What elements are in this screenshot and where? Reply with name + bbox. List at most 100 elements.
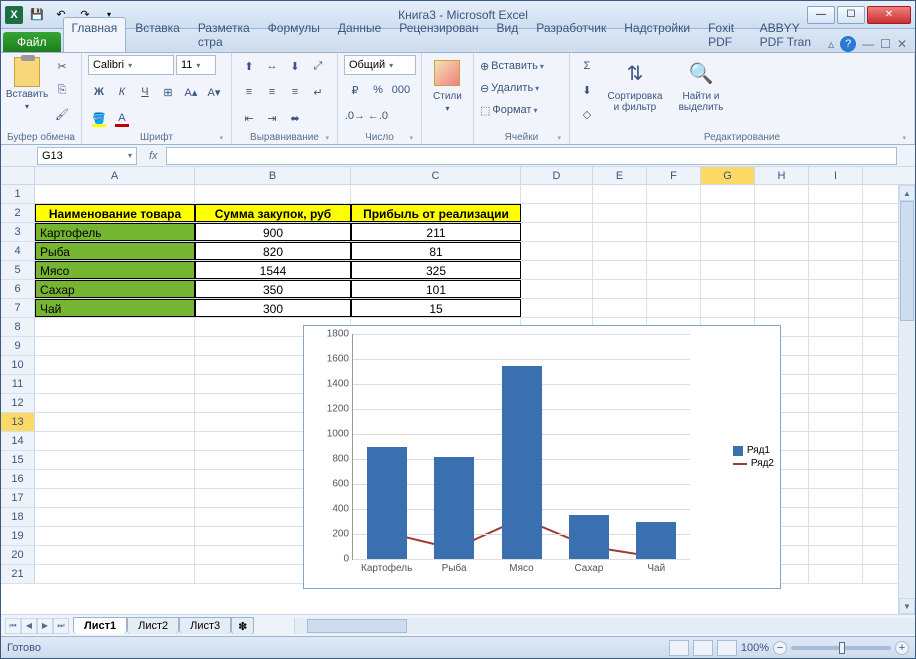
row-header[interactable]: 9 — [1, 337, 35, 355]
hscroll-thumb[interactable] — [307, 619, 407, 633]
align-middle-icon[interactable]: ↔ — [261, 55, 283, 77]
cell[interactable] — [809, 413, 863, 431]
zoom-slider-thumb[interactable] — [839, 642, 845, 654]
row-header[interactable]: 5 — [1, 261, 35, 279]
cell[interactable] — [809, 375, 863, 393]
cell[interactable] — [809, 223, 863, 241]
column-header[interactable]: C — [351, 167, 521, 184]
cell[interactable] — [351, 185, 521, 203]
italic-button[interactable]: К — [111, 81, 133, 103]
cell[interactable] — [647, 280, 701, 298]
bold-button[interactable]: Ж — [88, 81, 110, 103]
zoom-slider[interactable] — [791, 646, 891, 650]
cell[interactable] — [35, 432, 195, 450]
row-header[interactable]: 11 — [1, 375, 35, 393]
cell[interactable]: Наименование товара — [35, 204, 195, 222]
column-header[interactable]: B — [195, 167, 351, 184]
row-header[interactable]: 6 — [1, 280, 35, 298]
new-sheet-button[interactable]: ✽ — [231, 617, 254, 635]
cell[interactable]: 300 — [195, 299, 351, 317]
zoom-in-button[interactable]: + — [895, 641, 909, 655]
cell[interactable] — [521, 185, 593, 203]
cell[interactable] — [701, 242, 755, 260]
scroll-down-icon[interactable]: ▼ — [899, 598, 915, 614]
cell[interactable]: Мясо — [35, 261, 195, 279]
sheet-tab[interactable]: Лист1 — [73, 617, 127, 634]
cell[interactable]: 900 — [195, 223, 351, 241]
row-header[interactable]: 10 — [1, 356, 35, 374]
row-header[interactable]: 2 — [1, 204, 35, 222]
cell[interactable] — [35, 394, 195, 412]
cell[interactable] — [593, 223, 647, 241]
align-right-icon[interactable]: ≡ — [284, 81, 306, 103]
percent-icon[interactable]: % — [367, 79, 389, 101]
paste-button[interactable]: Вставить ▾ — [7, 55, 47, 113]
cell[interactable] — [701, 204, 755, 222]
cell[interactable] — [755, 261, 809, 279]
cell[interactable] — [647, 299, 701, 317]
embedded-chart[interactable]: 020040060080010001200140016001800Картофе… — [303, 325, 781, 589]
formula-input[interactable] — [166, 147, 897, 165]
row-header[interactable]: 21 — [1, 565, 35, 583]
cut-icon[interactable]: ✂ — [51, 55, 73, 77]
ribbon-tab[interactable]: Разметка стра — [189, 17, 259, 52]
row-header[interactable]: 18 — [1, 508, 35, 526]
row-header[interactable]: 19 — [1, 527, 35, 545]
wrap-text-icon[interactable]: ↵ — [307, 81, 329, 103]
cell[interactable] — [647, 261, 701, 279]
align-center-icon[interactable]: ≡ — [261, 81, 283, 103]
cell[interactable] — [35, 527, 195, 545]
horizontal-scrollbar[interactable] — [294, 618, 915, 634]
ribbon-tab[interactable]: Данные — [329, 17, 390, 52]
orientation-icon[interactable]: ⤢ — [307, 55, 329, 77]
cell[interactable] — [809, 470, 863, 488]
format-cells-button[interactable]: ⬚Формат▾ — [480, 99, 538, 121]
font-color-icon[interactable]: A — [111, 107, 133, 129]
cell[interactable] — [809, 337, 863, 355]
cell[interactable] — [701, 261, 755, 279]
cell[interactable] — [701, 185, 755, 203]
cell[interactable] — [35, 356, 195, 374]
cell[interactable] — [647, 204, 701, 222]
cell[interactable]: 101 — [351, 280, 521, 298]
underline-button[interactable]: Ч — [134, 81, 156, 103]
delete-cells-button[interactable]: ⊖Удалить▾ — [480, 77, 539, 99]
column-header[interactable]: E — [593, 167, 647, 184]
row-header[interactable]: 8 — [1, 318, 35, 336]
merge-cells-icon[interactable]: ⬌ — [284, 107, 306, 129]
row-header[interactable]: 16 — [1, 470, 35, 488]
ribbon-tab[interactable]: Foxit PDF — [699, 17, 751, 52]
cell[interactable]: 820 — [195, 242, 351, 260]
close-button[interactable]: ✕ — [867, 6, 911, 24]
qat-save-icon[interactable]: 💾 — [27, 5, 47, 25]
ribbon-tab[interactable]: Надстройки — [615, 17, 699, 52]
cell[interactable] — [809, 261, 863, 279]
cell[interactable] — [809, 451, 863, 469]
cell[interactable] — [809, 527, 863, 545]
cell[interactable]: 1544 — [195, 261, 351, 279]
cell[interactable]: 211 — [351, 223, 521, 241]
ribbon-tab[interactable]: Формулы — [259, 17, 329, 52]
cell[interactable] — [35, 375, 195, 393]
cell[interactable] — [755, 204, 809, 222]
format-painter-icon[interactable]: 🖌 — [51, 103, 73, 125]
font-name-combo[interactable]: Calibri▾ — [88, 55, 174, 75]
indent-increase-icon[interactable]: ⇥ — [261, 107, 283, 129]
ribbon-tab[interactable]: Вид — [488, 17, 528, 52]
indent-decrease-icon[interactable]: ⇤ — [238, 107, 260, 129]
cell[interactable] — [521, 280, 593, 298]
cell[interactable] — [35, 337, 195, 355]
cell[interactable] — [809, 565, 863, 583]
ribbon-tab[interactable]: Вставка — [126, 17, 189, 52]
cell[interactable] — [195, 185, 351, 203]
cell[interactable] — [809, 242, 863, 260]
row-header[interactable]: 12 — [1, 394, 35, 412]
ribbon-tab[interactable]: Главная — [63, 17, 127, 52]
cell[interactable] — [701, 299, 755, 317]
cell[interactable] — [521, 299, 593, 317]
comma-icon[interactable]: 000 — [390, 79, 412, 101]
fill-color-icon[interactable]: 🪣 — [88, 107, 110, 129]
spreadsheet-grid[interactable]: ABCDEFGHI 12Наименование товараСумма зак… — [1, 167, 915, 614]
select-all-corner[interactable] — [1, 167, 35, 184]
align-bottom-icon[interactable]: ⬇ — [284, 55, 306, 77]
